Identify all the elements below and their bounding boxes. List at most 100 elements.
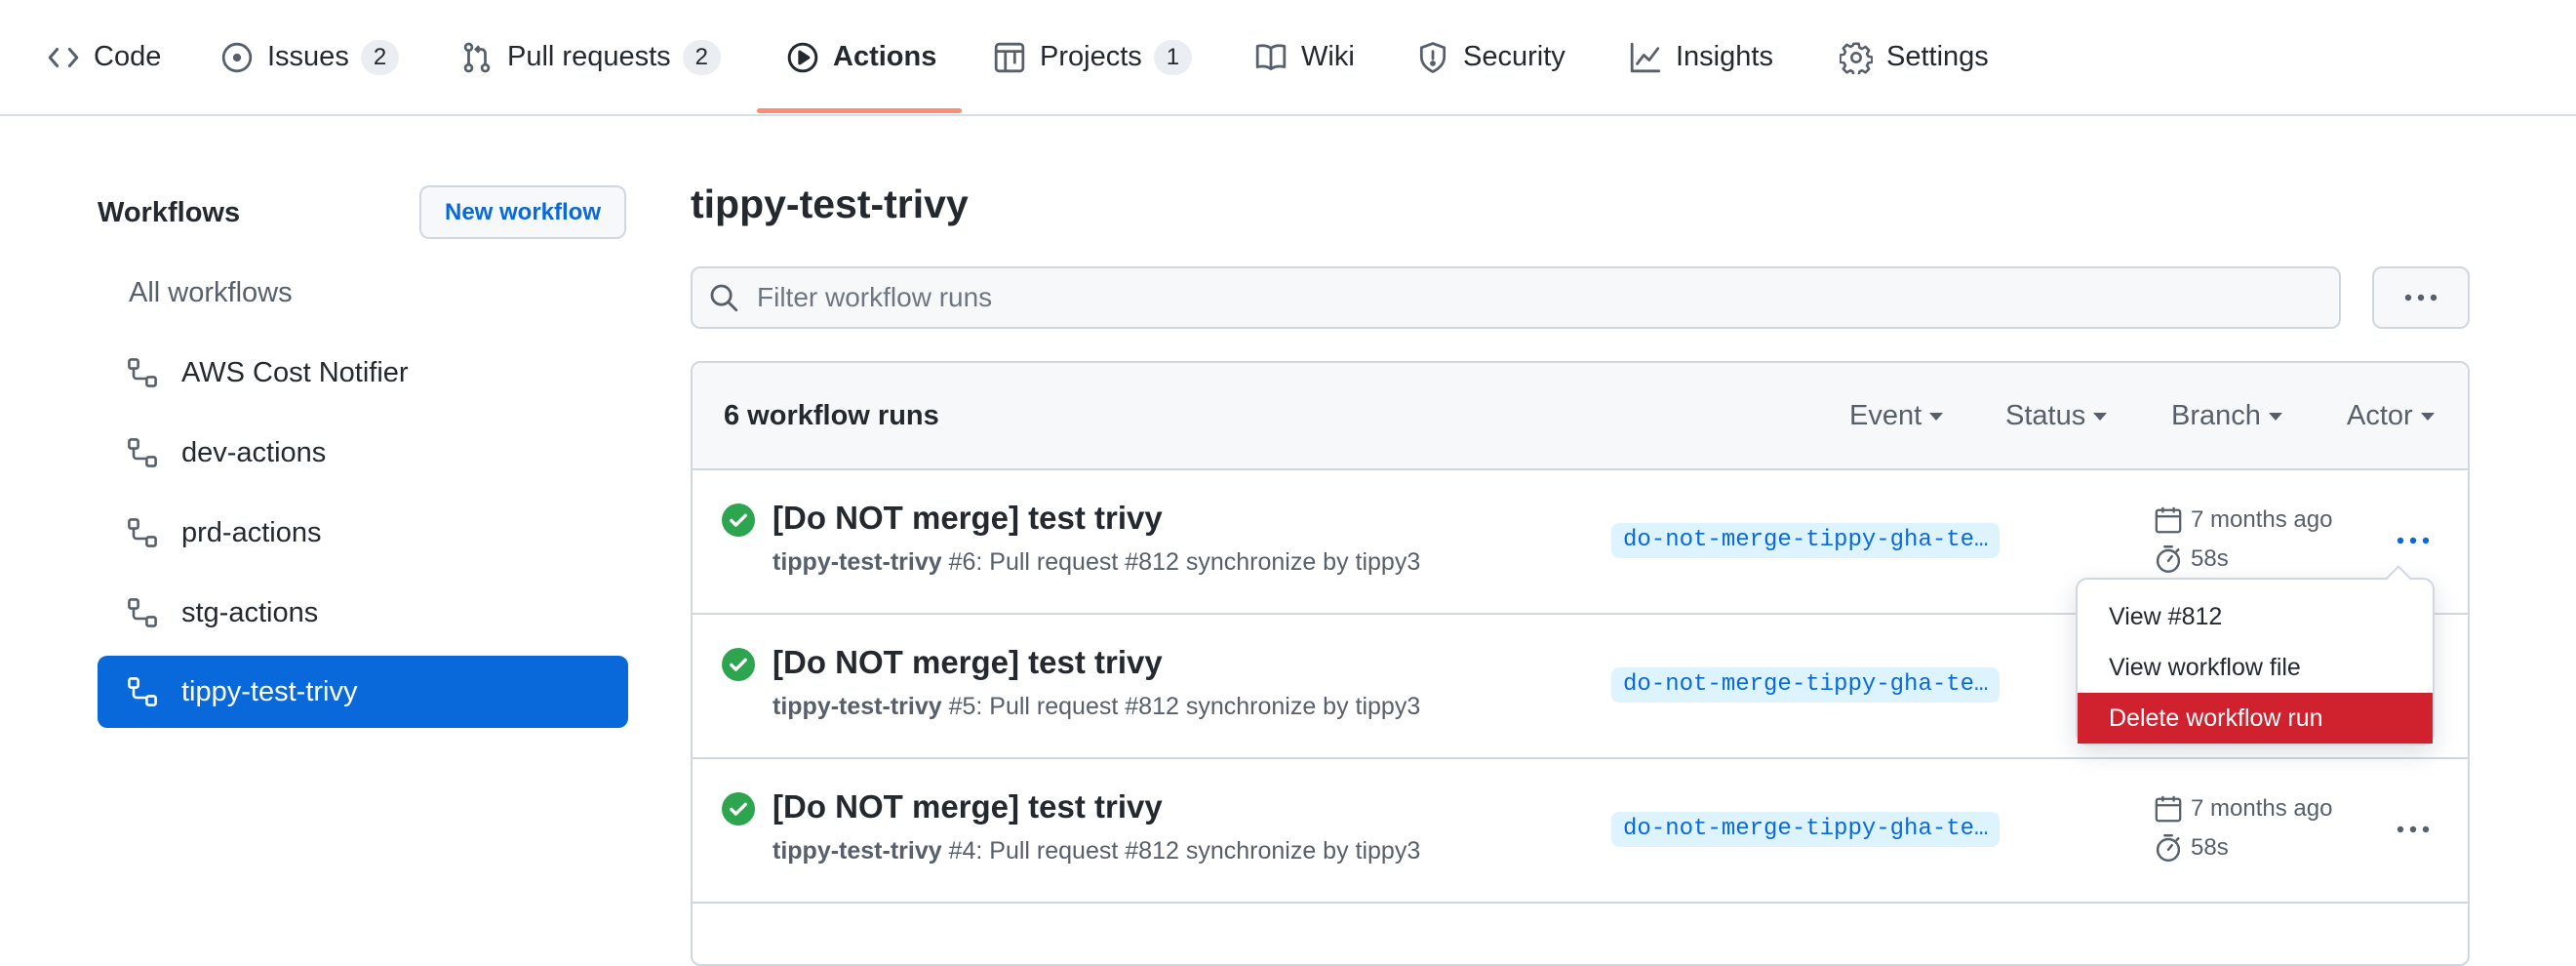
event-filter-dropdown[interactable]: Event	[1849, 400, 1944, 432]
sidebar-item-all-workflows[interactable]: All workflows	[98, 257, 628, 329]
run-title-link[interactable]: [Do NOT merge] test trivy	[773, 644, 1163, 681]
sidebar-item-label: stg-actions	[181, 596, 319, 628]
shield-icon	[1416, 41, 1449, 74]
run-date-text: 7 months ago	[2191, 795, 2333, 822]
filter-box	[691, 266, 2341, 329]
tab-issues[interactable]: Issues 2	[220, 0, 400, 114]
projects-count-badge: 1	[1153, 39, 1193, 75]
caret-down-icon	[1929, 412, 1944, 421]
tab-projects[interactable]: Projects 1	[993, 0, 1193, 114]
page-title: tippy-test-trivy	[691, 181, 969, 226]
book-icon	[1254, 41, 1288, 74]
caret-down-icon	[2268, 412, 2282, 421]
run-title-link[interactable]: [Do NOT merge] test trivy	[773, 788, 1163, 825]
tab-actions[interactable]: Actions	[786, 0, 936, 114]
branch-filter-dropdown[interactable]: Branch	[2171, 400, 2282, 432]
tab-label: Settings	[1886, 41, 1989, 72]
table-icon	[993, 41, 1026, 74]
run-workflow-name: tippy-test-trivy	[773, 837, 942, 865]
status-filter-dropdown[interactable]: Status	[2005, 400, 2108, 432]
run-date: 7 months ago	[2154, 794, 2332, 824]
run-meta: tippy-test-trivy #6: Pull request #812 s…	[773, 548, 1420, 577]
sidebar-item-stg-actions[interactable]: stg-actions	[98, 577, 628, 649]
caret-down-icon	[2420, 412, 2435, 421]
calendar-icon	[2154, 794, 2183, 824]
issues-count-badge: 2	[360, 39, 400, 75]
tab-settings[interactable]: Settings	[1840, 0, 1989, 114]
run-detail: #6: Pull request #812 synchronize by tip…	[948, 548, 1421, 576]
menu-item-view-pr[interactable]: View #812	[2078, 591, 2433, 642]
repo-nav: Code Issues 2 Pull requests 2 Actions Pr…	[0, 0, 2576, 116]
issue-opened-icon	[220, 41, 254, 74]
workflow-icon	[127, 597, 158, 628]
tab-label: Code	[94, 41, 162, 72]
filter-workflow-runs-input[interactable]	[755, 281, 2280, 314]
workflow-run-row[interactable]: [Do NOT merge] test trivy tippy-test-tri…	[693, 757, 2468, 904]
active-tab-indicator	[757, 108, 962, 113]
run-duration-text: 58s	[2191, 545, 2229, 572]
kebab-horizontal-icon	[2404, 294, 2437, 302]
play-icon	[786, 41, 819, 74]
check-circle-success-icon	[722, 792, 755, 825]
tab-label: Actions	[833, 41, 937, 72]
new-workflow-button[interactable]: New workflow	[419, 185, 626, 239]
calendar-icon	[2154, 505, 2183, 535]
stopwatch-icon	[2154, 833, 2183, 863]
tab-label: Pull requests	[507, 41, 671, 72]
sidebar-item-label: AWS Cost Notifier	[181, 356, 409, 388]
run-duration: 58s	[2154, 544, 2229, 574]
run-date-text: 7 months ago	[2191, 506, 2333, 533]
tab-pull-requests[interactable]: Pull requests 2	[460, 0, 722, 114]
sidebar-item-label: All workflows	[129, 276, 293, 308]
code-icon	[47, 41, 80, 74]
workflow-icon	[127, 517, 158, 548]
graph-icon	[1629, 41, 1662, 74]
actor-filter-dropdown[interactable]: Actor	[2347, 400, 2435, 432]
search-icon	[708, 282, 739, 313]
run-detail: #5: Pull request #812 synchronize by tip…	[948, 693, 1421, 720]
tab-code[interactable]: Code	[47, 0, 161, 114]
check-circle-success-icon	[722, 503, 755, 537]
sidebar-item-label: tippy-test-trivy	[181, 675, 358, 707]
workflow-icon	[127, 357, 158, 388]
sidebar-item-tippy-test-trivy[interactable]: tippy-test-trivy	[98, 656, 628, 728]
tab-label: Projects	[1040, 41, 1142, 72]
kebab-horizontal-icon	[2397, 537, 2430, 544]
run-workflow-name: tippy-test-trivy	[773, 693, 942, 720]
run-duration: 58s	[2154, 833, 2229, 863]
check-circle-success-icon	[722, 648, 755, 681]
tab-wiki[interactable]: Wiki	[1254, 0, 1355, 114]
runs-count: 6 workflow runs	[724, 400, 939, 431]
run-meta: tippy-test-trivy #4: Pull request #812 s…	[773, 837, 1420, 865]
dropdown-label: Status	[2005, 400, 2086, 431]
run-workflow-name: tippy-test-trivy	[773, 548, 942, 576]
sidebar-item-prd-actions[interactable]: prd-actions	[98, 497, 628, 569]
run-title-link[interactable]: [Do NOT merge] test trivy	[773, 500, 1163, 537]
kebab-horizontal-icon	[2397, 825, 2430, 833]
sidebar-item-aws-cost-notifier[interactable]: AWS Cost Notifier	[98, 337, 628, 409]
sidebar-item-dev-actions[interactable]: dev-actions	[98, 417, 628, 489]
run-date: 7 months ago	[2154, 505, 2332, 535]
stopwatch-icon	[2154, 544, 2183, 574]
tab-label: Issues	[267, 41, 349, 72]
tab-insights[interactable]: Insights	[1629, 0, 1773, 114]
dropdown-label: Event	[1849, 400, 1922, 431]
branch-label[interactable]: do-not-merge-tippy-gha-te…	[1611, 523, 2000, 558]
dropdown-label: Branch	[2171, 400, 2261, 431]
branch-label[interactable]: do-not-merge-tippy-gha-te…	[1611, 812, 2000, 847]
caret-down-icon	[2093, 412, 2108, 421]
run-options-button[interactable]	[2390, 521, 2437, 560]
tab-label: Wiki	[1301, 41, 1355, 72]
more-options-button[interactable]	[2372, 266, 2470, 329]
menu-item-delete-workflow-run[interactable]: Delete workflow run	[2078, 693, 2433, 744]
branch-label[interactable]: do-not-merge-tippy-gha-te…	[1611, 667, 2000, 703]
tab-security[interactable]: Security	[1416, 0, 1565, 114]
run-duration-text: 58s	[2191, 834, 2229, 861]
sidebar-item-label: prd-actions	[181, 516, 322, 548]
run-options-button[interactable]	[2390, 810, 2437, 849]
menu-item-view-workflow-file[interactable]: View workflow file	[2078, 642, 2433, 693]
git-pull-request-icon	[460, 41, 494, 74]
run-context-menu: View #812 View workflow file Delete work…	[2076, 578, 2435, 745]
workflow-icon	[127, 676, 158, 707]
pull-requests-count-badge: 2	[682, 39, 722, 75]
